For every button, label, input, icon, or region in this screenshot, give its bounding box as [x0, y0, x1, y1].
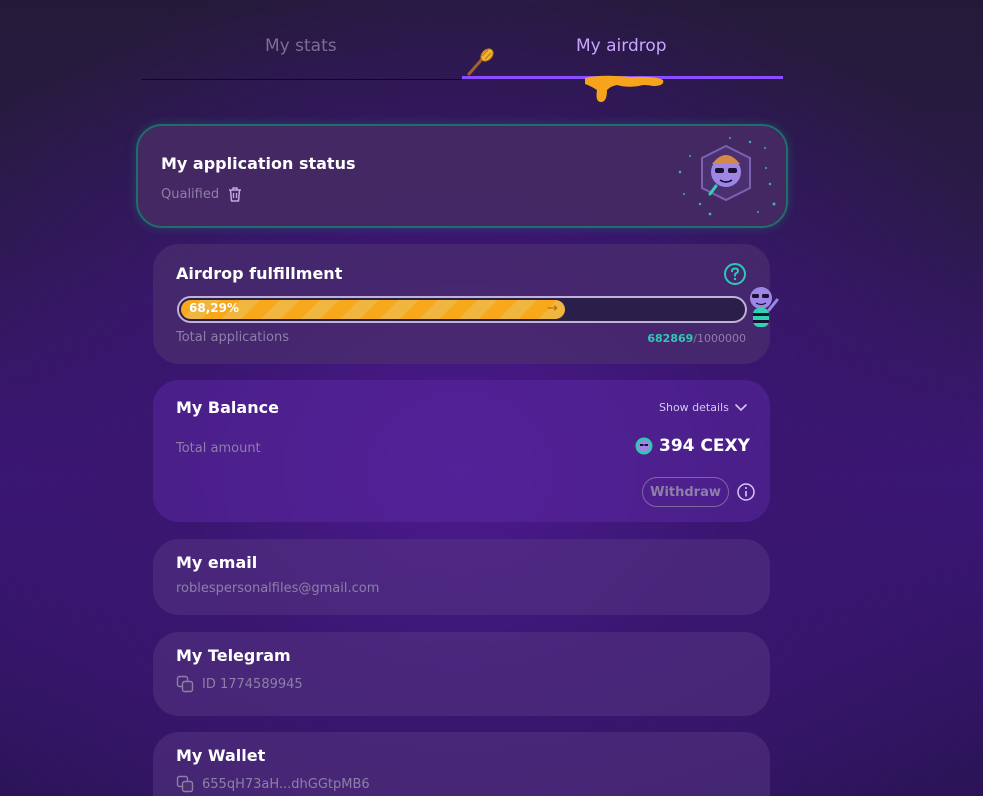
show-details-toggle[interactable]: Show details [659, 401, 747, 414]
application-status-card: My application status Qualified [136, 124, 788, 228]
trash-icon[interactable] [227, 186, 243, 203]
total-applications-label: Total applications [176, 330, 289, 345]
tab-my-stats[interactable]: My stats [265, 36, 337, 56]
chevron-down-icon [735, 403, 747, 411]
email-row: roblespersonalfiles@gmail.com [176, 581, 379, 596]
airdrop-progress-bar: 68,29% → [177, 296, 747, 323]
question-mark-icon[interactable] [723, 262, 747, 286]
telegram-id-value: ID 1774589945 [202, 676, 303, 692]
total-amount-label: Total amount [176, 441, 261, 456]
airdrop-fulfillment-title: Airdrop fulfillment [176, 264, 343, 283]
telegram-row: ID 1774589945 [176, 675, 303, 693]
honey-dipper-icon [467, 48, 494, 76]
balance-amount-value: 394 CEXY [659, 436, 750, 456]
copy-icon[interactable] [176, 775, 194, 793]
my-telegram-card: My Telegram ID 1774589945 [153, 632, 770, 716]
show-details-label: Show details [659, 401, 729, 414]
tab-divider [141, 79, 462, 80]
status-value: Qualified [161, 187, 220, 202]
applications-count: 682869/1000000 [647, 332, 746, 345]
tab-my-airdrop[interactable]: My airdrop [576, 36, 667, 56]
honey-drip-icon [585, 75, 664, 102]
withdraw-button[interactable]: Withdraw [642, 477, 729, 507]
my-email-card: My email roblespersonalfiles@gmail.com [153, 539, 770, 615]
tab-bar: My stats My airdrop [141, 0, 783, 102]
airdrop-progress-percent: 68,29% [189, 301, 239, 315]
my-email-title: My email [176, 553, 258, 572]
my-wallet-title: My Wallet [176, 746, 266, 765]
applications-count-value: 682869 [647, 332, 694, 345]
cexy-coin-icon [635, 437, 653, 455]
copy-icon[interactable] [176, 675, 194, 693]
progress-arrow-icon: → [547, 301, 558, 316]
info-icon[interactable] [736, 482, 756, 502]
balance-amount: 394 CEXY [635, 436, 750, 456]
mascot-icon [750, 287, 779, 327]
email-value: roblespersonalfiles@gmail.com [176, 581, 380, 596]
applications-count-total: /1000000 [693, 332, 746, 345]
my-wallet-card: My Wallet 655qH73aH...dhGGtpMB6 [153, 732, 770, 796]
application-status-row: Qualified [161, 186, 243, 203]
my-balance-card: My Balance Show details Total amount 394… [153, 380, 770, 522]
qualified-badge-avatar-icon [678, 137, 776, 216]
wallet-row: 655qH73aH...dhGGtpMB6 [176, 775, 370, 793]
airdrop-fulfillment-card: Airdrop fulfillment 68,29% → Total appli… [153, 244, 779, 364]
my-telegram-title: My Telegram [176, 646, 291, 665]
application-status-title: My application status [161, 154, 356, 173]
wallet-address-value: 655qH73aH...dhGGtpMB6 [202, 776, 370, 792]
my-balance-title: My Balance [176, 398, 279, 417]
